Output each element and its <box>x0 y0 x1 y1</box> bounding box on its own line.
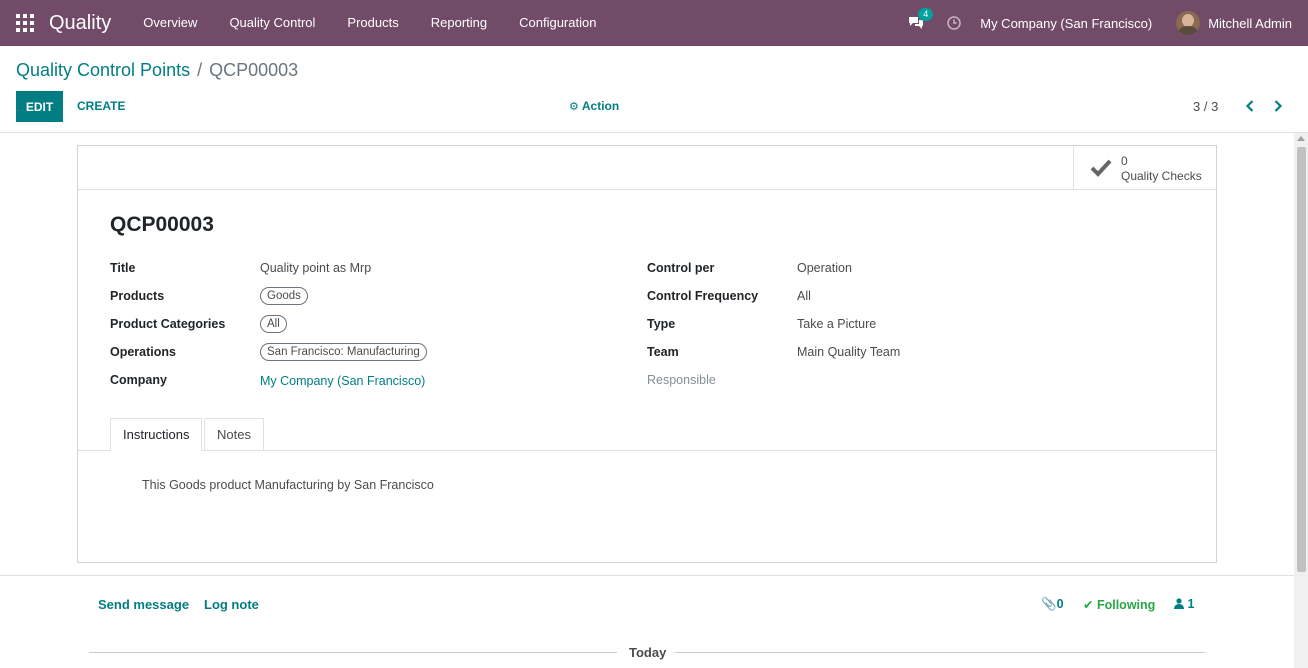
product-categories-label: Product Categories <box>110 317 226 331</box>
gear-icon: ⚙ <box>569 101 579 113</box>
control-panel: Quality Control Points / QCP00003 EDIT C… <box>0 46 1308 133</box>
scroll-up-icon[interactable] <box>1297 136 1305 141</box>
followers-count: 1 <box>1187 597 1195 611</box>
user-name: Mitchell Admin <box>1208 15 1292 31</box>
pager-value[interactable]: 3 / 3 <box>1193 91 1218 122</box>
product-categories-tag: All <box>260 315 287 333</box>
activity-clock-icon[interactable] <box>946 15 962 31</box>
control-per-value: Operation <box>797 261 852 275</box>
notebook-tabs: Instructions Notes <box>78 418 1216 451</box>
menu-reporting[interactable]: Reporting <box>415 0 503 46</box>
quality-checks-button[interactable]: 0 Quality Checks <box>1073 146 1216 190</box>
menu-quality-control[interactable]: Quality Control <box>213 0 331 46</box>
user-menu[interactable]: Mitchell Admin <box>1176 11 1292 35</box>
create-button[interactable]: CREATE <box>77 91 125 122</box>
tab-instructions[interactable]: Instructions <box>110 418 203 451</box>
today-line-left <box>89 652 617 653</box>
today-separator: Today <box>629 645 667 660</box>
avatar <box>1176 11 1201 35</box>
paperclip-icon: 📎 <box>1041 597 1057 611</box>
app-name[interactable]: Quality <box>49 12 111 35</box>
edit-button[interactable]: EDIT <box>16 91 63 122</box>
attachments-count: 0 <box>1056 597 1064 611</box>
menu-products[interactable]: Products <box>331 0 414 46</box>
followers-button[interactable]: 1 <box>1174 597 1194 611</box>
instructions-text[interactable]: This Goods product Manufacturing by San … <box>142 478 434 492</box>
user-icon <box>1174 598 1184 609</box>
action-label: Action <box>581 99 620 113</box>
messages-icon[interactable]: 4 <box>908 8 934 32</box>
button-box: 0 Quality Checks <box>78 146 1216 190</box>
quality-checks-label: Quality Checks <box>1121 169 1202 183</box>
control-frequency-label: Control Frequency <box>647 289 759 303</box>
operations-label: Operations <box>110 345 176 359</box>
messages-badge: 4 <box>918 8 934 21</box>
record-name: QCP00003 <box>110 213 214 236</box>
type-value: Take a Picture <box>797 317 877 331</box>
team-value: Main Quality Team <box>797 345 901 359</box>
company-switcher[interactable]: My Company (San Francisco) <box>980 16 1152 31</box>
breadcrumb-current: QCP00003 <box>209 60 299 80</box>
apps-menu-icon[interactable] <box>16 14 34 32</box>
chatter-divider <box>0 575 1294 576</box>
company-link[interactable]: My Company (San Francisco) <box>260 374 425 388</box>
products-tag: Goods <box>260 287 308 305</box>
pager-previous-icon[interactable] <box>1242 98 1258 114</box>
team-label: Team <box>647 345 679 359</box>
products-label: Products <box>110 289 165 303</box>
breadcrumb-separator: / <box>197 60 203 80</box>
title-value: Quality point as Mrp <box>260 261 372 275</box>
type-label: Type <box>647 317 676 331</box>
company-label: Company <box>110 373 167 387</box>
control-per-label: Control per <box>647 261 715 275</box>
menu-configuration[interactable]: Configuration <box>503 0 612 46</box>
breadcrumb-parent[interactable]: Quality Control Points <box>16 60 190 80</box>
attachments-button[interactable]: 📎0 <box>1041 597 1064 612</box>
following-label: Following <box>1096 598 1156 612</box>
scroll-thumb[interactable] <box>1297 147 1306 572</box>
control-frequency-value: All <box>797 289 811 303</box>
tab-notes[interactable]: Notes <box>204 418 264 451</box>
quality-checks-count: 0 <box>1121 154 1128 168</box>
following-button[interactable]: ✔ Following <box>1083 597 1155 612</box>
pager-next-icon[interactable] <box>1270 98 1286 114</box>
scrollbar[interactable] <box>1294 133 1308 668</box>
check-icon <box>1090 159 1112 177</box>
send-message-button[interactable]: Send message <box>98 597 189 612</box>
action-dropdown[interactable]: ⚙ Action <box>569 91 619 122</box>
breadcrumb: Quality Control Points / QCP00003 <box>16 60 298 81</box>
check-icon: ✔ <box>1083 598 1094 612</box>
today-line-right <box>675 652 1205 653</box>
title-label: Title <box>110 261 136 275</box>
log-note-button[interactable]: Log note <box>204 597 259 612</box>
top-navbar: Quality Overview Quality Control Product… <box>0 0 1308 46</box>
form-sheet: 0 Quality Checks QCP00003 Title Quality … <box>77 145 1217 563</box>
menu-overview[interactable]: Overview <box>127 0 213 46</box>
main-menu: Overview Quality Control Products Report… <box>127 0 612 46</box>
responsible-label: Responsible <box>647 373 716 387</box>
operations-tag: San Francisco: Manufacturing <box>260 343 427 361</box>
